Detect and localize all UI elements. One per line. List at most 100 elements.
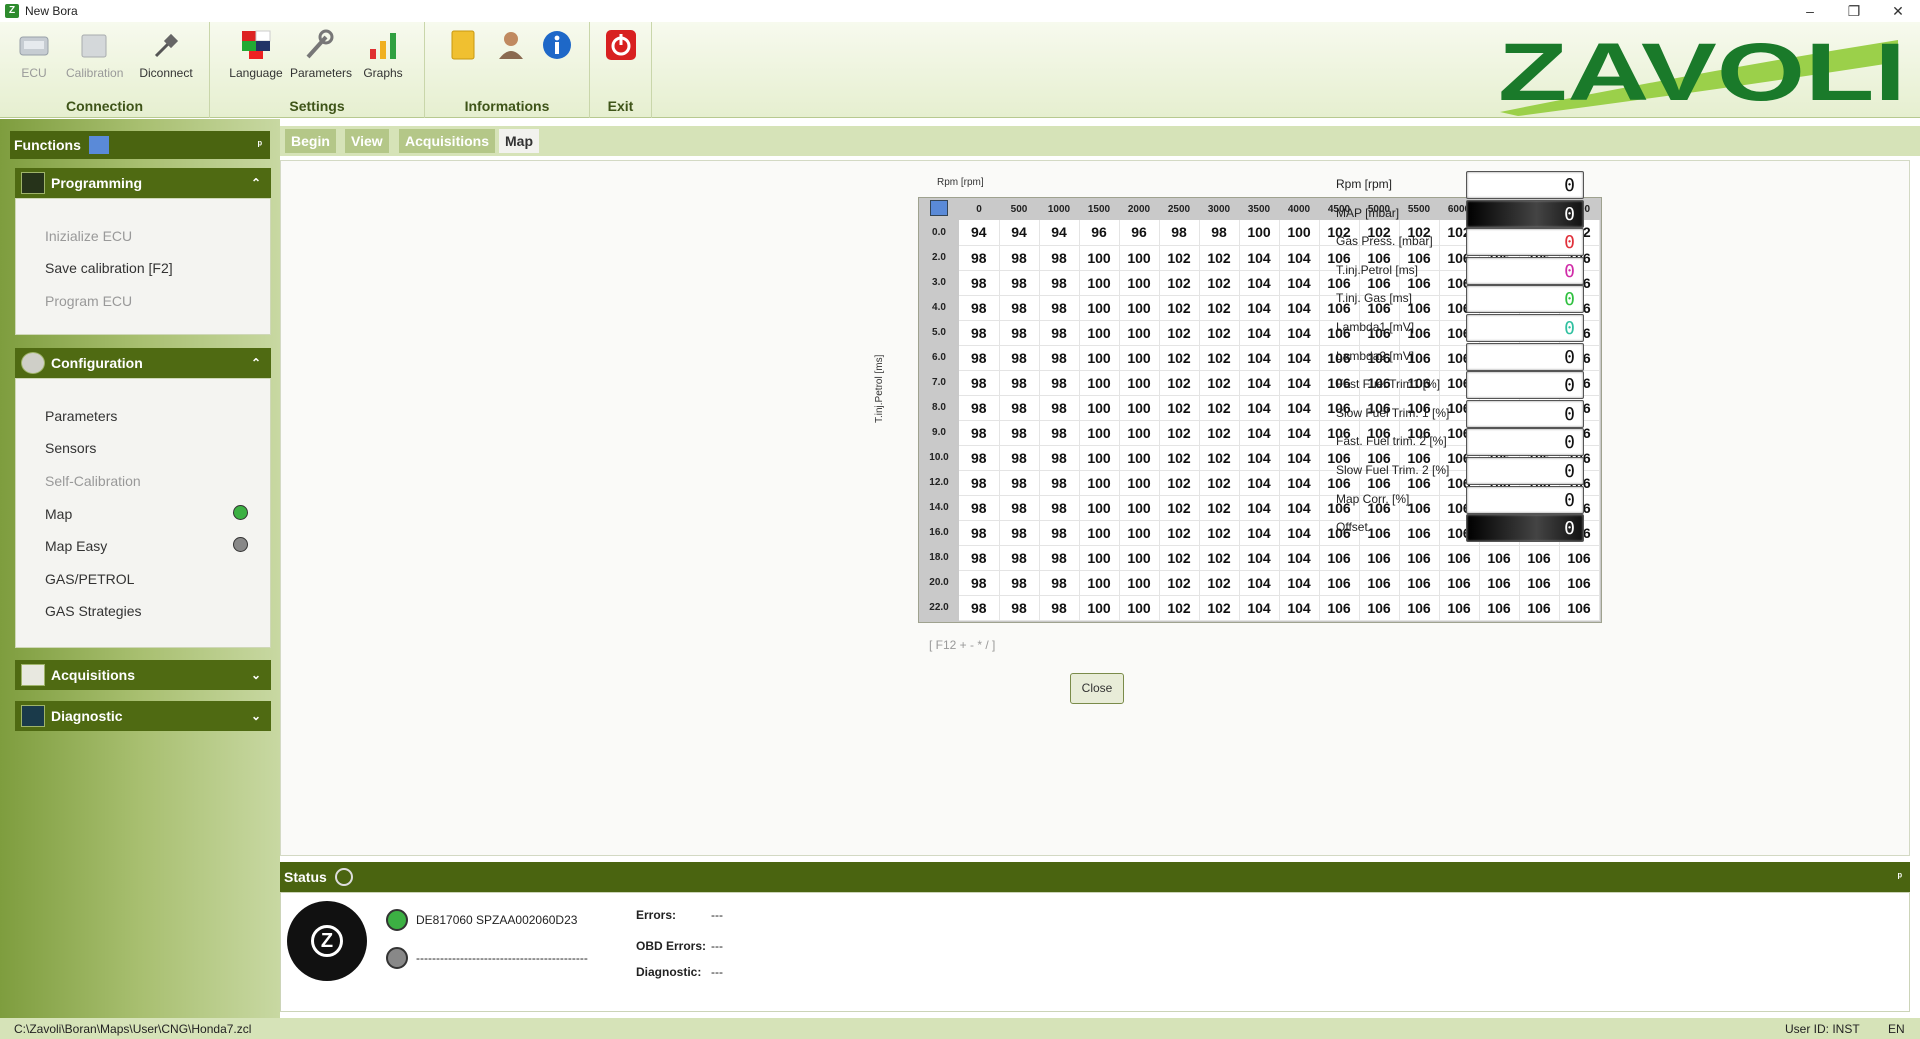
map-cell[interactable]: 104 [1279, 345, 1320, 371]
map-cell[interactable]: 98 [999, 370, 1040, 396]
map-cell[interactable]: 102 [1159, 445, 1200, 471]
map-cell[interactable]: 102 [1199, 420, 1240, 446]
close-button[interactable]: Close [1070, 673, 1124, 704]
map-cell[interactable]: 98 [999, 495, 1040, 521]
map-cell[interactable]: 100 [1079, 370, 1120, 396]
map-cell[interactable]: 98 [1039, 245, 1080, 271]
graphs-button[interactable]: Graphs [355, 28, 411, 80]
map-cell[interactable]: 98 [1039, 595, 1080, 621]
map-cell[interactable]: 98 [1199, 220, 1240, 246]
map-cell[interactable]: 102 [1159, 595, 1200, 621]
disconnect-button[interactable]: Diconnect [138, 28, 194, 80]
map-cell[interactable]: 106 [1399, 595, 1440, 621]
menu-self-calibration[interactable]: Self-Calibration [45, 473, 141, 489]
map-cell[interactable]: 98 [1039, 295, 1080, 321]
map-cell[interactable]: 98 [999, 420, 1040, 446]
map-cell[interactable]: 98 [999, 445, 1040, 471]
menu-map-easy[interactable]: Map Easy [45, 538, 107, 554]
calibration-button[interactable]: Calibration [66, 28, 123, 80]
map-cell[interactable]: 100 [1079, 520, 1120, 546]
map-cell[interactable]: 102 [1199, 295, 1240, 321]
map-cell[interactable]: 102 [1159, 320, 1200, 346]
map-cell[interactable]: 104 [1239, 445, 1280, 471]
info-button[interactable] [529, 28, 585, 66]
map-cell[interactable]: 102 [1199, 270, 1240, 296]
language-button[interactable]: Language [228, 28, 284, 80]
map-cell[interactable]: 102 [1159, 570, 1200, 596]
map-cell[interactable]: 102 [1159, 495, 1200, 521]
map-cell[interactable]: 98 [959, 445, 1000, 471]
map-cell[interactable]: 106 [1439, 545, 1480, 571]
map-cell[interactable]: 102 [1199, 345, 1240, 371]
map-cell[interactable]: 100 [1119, 545, 1160, 571]
restore-button[interactable]: ❐ [1832, 0, 1876, 22]
map-cell[interactable]: 100 [1079, 545, 1120, 571]
map-cell[interactable]: 102 [1159, 245, 1200, 271]
map-cell[interactable]: 98 [999, 570, 1040, 596]
section-programming[interactable]: Programming ⌃ [15, 168, 271, 198]
map-cell[interactable]: 104 [1279, 445, 1320, 471]
map-cell[interactable]: 102 [1159, 370, 1200, 396]
map-cell[interactable]: 100 [1119, 420, 1160, 446]
map-cell[interactable]: 106 [1319, 595, 1360, 621]
map-cell[interactable]: 102 [1159, 395, 1200, 421]
map-cell[interactable]: 100 [1079, 445, 1120, 471]
map-cell[interactable]: 94 [999, 220, 1040, 246]
map-cell[interactable]: 106 [1319, 570, 1360, 596]
map-cell[interactable]: 104 [1279, 320, 1320, 346]
tab-view[interactable]: View [345, 129, 389, 153]
map-cell[interactable]: 104 [1239, 295, 1280, 321]
map-cell[interactable]: 100 [1079, 495, 1120, 521]
menu-parameters[interactable]: Parameters [45, 408, 117, 424]
map-cell[interactable]: 102 [1159, 520, 1200, 546]
map-cell[interactable]: 98 [1039, 545, 1080, 571]
map-cell[interactable]: 98 [959, 370, 1000, 396]
section-acquisitions[interactable]: Acquisitions ⌄ [15, 660, 271, 690]
map-cell[interactable]: 100 [1079, 295, 1120, 321]
map-cell[interactable]: 104 [1279, 420, 1320, 446]
map-cell[interactable]: 102 [1199, 595, 1240, 621]
map-cell[interactable]: 106 [1519, 570, 1560, 596]
menu-map[interactable]: Map [45, 506, 72, 522]
map-cell[interactable]: 100 [1079, 570, 1120, 596]
map-cell[interactable]: 104 [1279, 595, 1320, 621]
map-cell[interactable]: 98 [999, 395, 1040, 421]
exit-button[interactable] [593, 28, 649, 66]
map-cell[interactable]: 100 [1119, 595, 1160, 621]
map-cell[interactable]: 98 [959, 470, 1000, 496]
map-cell[interactable]: 98 [959, 595, 1000, 621]
menu-save-calibration[interactable]: Save calibration [F2] [45, 260, 173, 276]
map-cell[interactable]: 98 [1039, 445, 1080, 471]
map-cell[interactable]: 106 [1519, 545, 1560, 571]
map-cell[interactable]: 102 [1159, 345, 1200, 371]
menu-sensors[interactable]: Sensors [45, 440, 96, 456]
minimize-button[interactable]: – [1788, 0, 1832, 22]
tab-begin[interactable]: Begin [285, 129, 336, 153]
map-cell[interactable]: 98 [1039, 345, 1080, 371]
map-cell[interactable]: 98 [959, 570, 1000, 596]
map-cell[interactable]: 96 [1119, 220, 1160, 246]
map-cell[interactable]: 104 [1279, 470, 1320, 496]
parameters-button[interactable]: Parameters [290, 28, 352, 80]
map-cell[interactable]: 98 [999, 345, 1040, 371]
map-cell[interactable]: 100 [1079, 270, 1120, 296]
menu-gas-petrol[interactable]: GAS/PETROL [45, 571, 134, 587]
map-cell[interactable]: 106 [1479, 545, 1520, 571]
map-cell[interactable]: 102 [1199, 320, 1240, 346]
map-cell[interactable]: 98 [959, 420, 1000, 446]
map-cell[interactable]: 98 [999, 270, 1040, 296]
map-cell[interactable]: 100 [1119, 345, 1160, 371]
map-cell[interactable]: 104 [1279, 295, 1320, 321]
map-cell[interactable]: 98 [959, 395, 1000, 421]
map-cell[interactable]: 102 [1159, 270, 1200, 296]
map-cell[interactable]: 98 [959, 545, 1000, 571]
map-cell[interactable]: 98 [959, 345, 1000, 371]
map-cell[interactable]: 104 [1279, 245, 1320, 271]
map-cell[interactable]: 100 [1119, 370, 1160, 396]
map-cell[interactable]: 106 [1359, 545, 1400, 571]
map-cell[interactable]: 104 [1239, 520, 1280, 546]
map-cell[interactable]: 106 [1519, 595, 1560, 621]
pin-icon[interactable]: ᵖ [258, 139, 262, 151]
map-cell[interactable]: 104 [1239, 470, 1280, 496]
map-cell[interactable]: 98 [1039, 570, 1080, 596]
